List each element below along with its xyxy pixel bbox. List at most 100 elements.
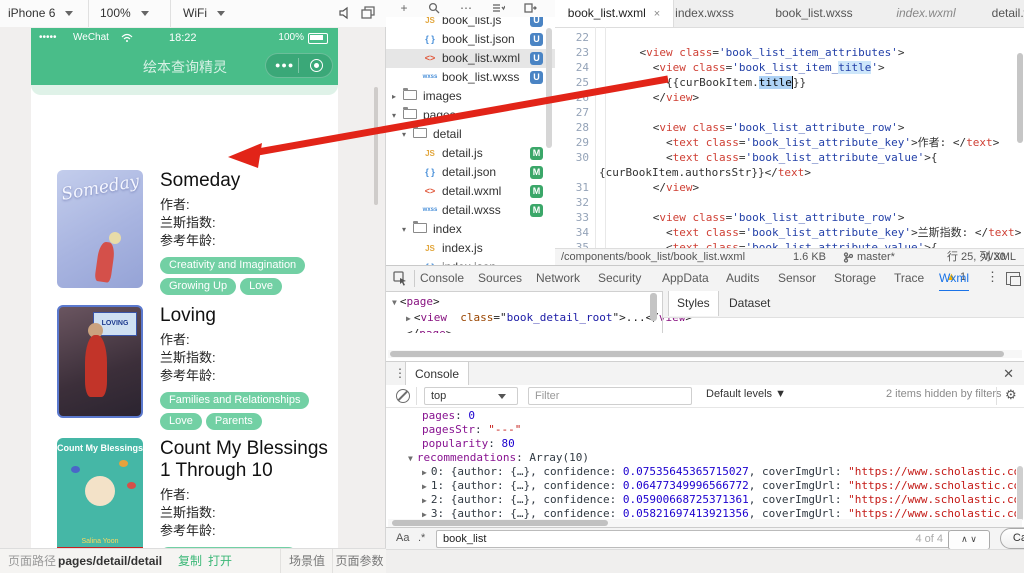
console-toolbar: top Filter Default levels ▼ 2 items hidd…: [386, 385, 1024, 408]
collapse-all-icon[interactable]: [522, 2, 538, 15]
tree-item-book_list-js[interactable]: JSbook_list.jsU: [386, 17, 555, 30]
close-drawer-icon[interactable]: ✕: [1003, 366, 1014, 382]
tree-item-detail-js[interactable]: JSdetail.jsM: [386, 144, 555, 163]
book-attribute-label: 兰斯指数:: [160, 504, 332, 522]
elements-scrollbar[interactable]: [650, 293, 657, 321]
tree-item-book_list-wxml[interactable]: <>book_list.wxmlU: [386, 49, 555, 68]
copy-path-link[interactable]: 复制: [178, 549, 202, 573]
tree-item-detail[interactable]: ▾detail: [386, 125, 555, 144]
capsule-menu[interactable]: ●●●: [265, 53, 333, 78]
element-node[interactable]: </page>: [406, 326, 452, 333]
git-status-badge: U: [530, 33, 543, 46]
debugger-tab-trace[interactable]: Trace: [894, 266, 924, 290]
device-select[interactable]: iPhone 6: [8, 0, 73, 27]
page-path-label: 页面路径: [8, 549, 56, 573]
tree-item-detail-wxss[interactable]: wxssdetail.wxssM: [386, 201, 555, 220]
debugger-tab-audits[interactable]: Audits: [726, 266, 759, 290]
console-output: pages: 0pagesStr: "---"popularity: 80▼re…: [386, 407, 1016, 525]
more-options-icon[interactable]: ⋮: [986, 269, 999, 285]
element-node[interactable]: ▼<page>: [392, 294, 440, 310]
book-attribute-label: 作者:: [160, 486, 332, 504]
debugger-tab-storage[interactable]: Storage: [834, 266, 876, 290]
regex-icon[interactable]: .*: [418, 532, 425, 544]
speaker-icon[interactable]: [337, 5, 355, 23]
book-info: Someday作者:兰斯指数:参考年龄:Creativity and Imagi…: [160, 170, 332, 295]
tree-item-book_list-wxss[interactable]: wxssbook_list.wxssU: [386, 68, 555, 87]
tree-item-pages[interactable]: ▾pages: [386, 106, 555, 125]
chevron-down-icon: [217, 11, 225, 16]
debugger-tab-security[interactable]: Security: [598, 266, 641, 290]
match-case-icon[interactable]: Aa: [396, 532, 409, 544]
open-path-link[interactable]: 打开: [208, 549, 232, 573]
book-cover: Someday: [57, 170, 143, 288]
mini-program-title: 绘本查询精灵: [75, 57, 295, 77]
console-hscrollbar[interactable]: [388, 519, 1022, 527]
debugger-tab-console[interactable]: Console: [420, 266, 464, 290]
debugger-tab-sensor[interactable]: Sensor: [778, 266, 816, 290]
debugger-tab-bar: ▲ 1 ⋮ ConsoleSourcesNetworkSecurityAppDa…: [386, 266, 1024, 292]
tree-item-detail-json[interactable]: { }detail.jsonM: [386, 163, 555, 182]
more-icon[interactable]: ⋯: [458, 2, 474, 15]
code-area[interactable]: 2223 <view class='book_list_item_attribu…: [555, 27, 1024, 248]
debugger-tab-wxml[interactable]: Wxml: [939, 266, 969, 292]
console-settings-icon[interactable]: ⚙: [1005, 387, 1017, 403]
book-attribute-label: 参考年龄:: [160, 522, 332, 540]
expand-icon[interactable]: ▶: [422, 468, 427, 477]
filter-input[interactable]: Filter: [528, 387, 692, 405]
tab-styles[interactable]: Styles: [668, 291, 719, 316]
language-mode[interactable]: WXML: [983, 249, 1016, 265]
expand-icon[interactable]: ▼: [408, 454, 413, 463]
elements-hscrollbar[interactable]: [388, 350, 1022, 358]
search-icon[interactable]: [426, 2, 442, 15]
wifi-icon: [121, 33, 133, 43]
cancel-button[interactable]: Cancel: [1000, 528, 1024, 549]
git-branch[interactable]: master*: [857, 249, 895, 265]
file-tree-scrollbar[interactable]: [546, 28, 552, 148]
page-params-tab[interactable]: 页面参数: [332, 549, 386, 573]
tree-item-images[interactable]: ▸images: [386, 87, 555, 106]
expand-icon[interactable]: ▶: [422, 482, 427, 491]
network-select[interactable]: WiFi: [183, 0, 225, 27]
debugger-tab-sources[interactable]: Sources: [478, 266, 522, 290]
log-levels-select[interactable]: Default levels ▼: [706, 388, 786, 400]
context-select[interactable]: top: [424, 387, 518, 405]
more-dots-icon[interactable]: ●●●: [275, 63, 294, 68]
code-line: 27: [555, 105, 1024, 120]
tree-item-index-json[interactable]: { }index.json: [386, 258, 555, 265]
battery-icon: [308, 33, 328, 44]
file-tree: JSbook_list.jsU{ }book_list.jsonU<>book_…: [386, 17, 555, 265]
dock-side-icon[interactable]: [1006, 272, 1020, 285]
editor-tab-book_list-wxss[interactable]: book_list.wxss: [758, 0, 870, 27]
book-tag: Parents: [206, 413, 262, 430]
find-prev-next-buttons[interactable]: ∧ ∨: [948, 530, 990, 550]
expand-icon[interactable]: ▶: [422, 496, 427, 505]
float-window-icon[interactable]: [360, 5, 378, 23]
sort-icon[interactable]: [490, 2, 506, 15]
console-scrollbar[interactable]: [1017, 466, 1023, 521]
scene-value-tab[interactable]: 场景值: [280, 549, 333, 573]
expand-arrow-icon: ▾: [392, 106, 396, 125]
editor-scrollbar[interactable]: [1017, 53, 1023, 143]
find-input[interactable]: book_list4 of 4: [436, 530, 950, 548]
tab-console-drawer[interactable]: Console: [405, 362, 469, 386]
clear-console-icon[interactable]: [396, 389, 410, 403]
debugger-tab-appdata[interactable]: AppData: [662, 266, 709, 290]
signal-dots-icon: •••••: [39, 32, 57, 43]
tree-item-index-js[interactable]: JSindex.js: [386, 239, 555, 258]
tree-item-book_list-json[interactable]: { }book_list.jsonU: [386, 30, 555, 49]
add-file-icon[interactable]: +: [396, 2, 412, 15]
exit-target-icon[interactable]: [310, 59, 323, 72]
inspect-element-icon[interactable]: [393, 271, 409, 286]
tree-item-detail-wxml[interactable]: <>detail.wxmlM: [386, 182, 555, 201]
tab-dataset[interactable]: Dataset: [721, 291, 778, 316]
expand-icon[interactable]: ▶: [422, 510, 427, 519]
editor-tab-index-wxss[interactable]: index.wxss: [652, 0, 757, 27]
tree-item-index[interactable]: ▾index: [386, 220, 555, 239]
debugger-tab-network[interactable]: Network: [536, 266, 580, 290]
editor-tab-detail-w[interactable]: detail.w: [982, 0, 1024, 27]
simulator-scrollbar[interactable]: [374, 87, 378, 205]
git-status-badge: U: [530, 52, 543, 65]
page-path-value: pages/detail/detail: [58, 549, 162, 573]
editor-tab-index-wxml[interactable]: index.wxml: [876, 0, 976, 27]
zoom-select[interactable]: 100%: [100, 0, 149, 27]
